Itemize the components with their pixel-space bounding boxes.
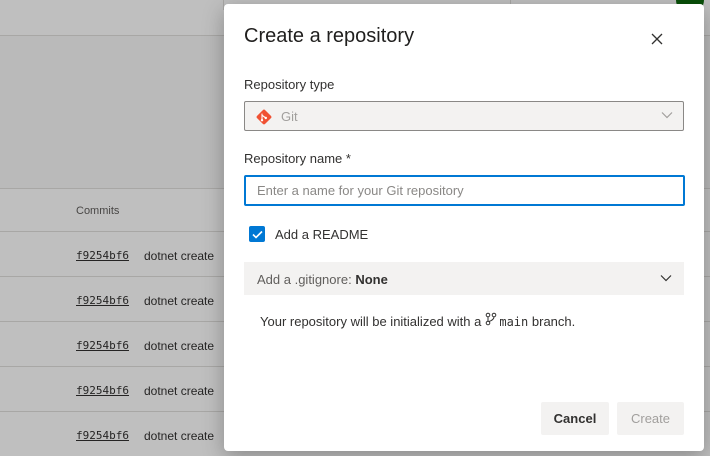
add-readme-label[interactable]: Add a README bbox=[275, 227, 368, 242]
gitignore-value: None bbox=[355, 272, 388, 287]
cancel-button[interactable]: Cancel bbox=[541, 402, 609, 435]
branch-name: main bbox=[499, 314, 529, 329]
create-repository-dialog: Create a repository Repository type Git … bbox=[224, 4, 704, 451]
checkmark-icon bbox=[251, 230, 263, 239]
init-info-text: Your repository will be initialized with… bbox=[260, 312, 576, 329]
repository-type-label: Repository type bbox=[244, 77, 335, 92]
info-text-after: branch. bbox=[531, 314, 576, 329]
repository-name-input[interactable] bbox=[244, 175, 685, 206]
chevron-down-icon bbox=[661, 112, 673, 119]
close-button[interactable] bbox=[646, 28, 668, 50]
repository-name-label: Repository name * bbox=[244, 151, 351, 166]
git-icon bbox=[256, 109, 272, 125]
chevron-down-icon bbox=[660, 275, 672, 282]
create-button[interactable]: Create bbox=[617, 402, 684, 435]
info-text-before: Your repository will be initialized with… bbox=[260, 314, 482, 329]
gitignore-text: Add a .gitignore: None bbox=[257, 272, 388, 287]
gitignore-dropdown[interactable]: Add a .gitignore: None bbox=[244, 262, 684, 295]
dialog-title: Create a repository bbox=[244, 25, 415, 47]
repository-type-value: Git bbox=[281, 109, 298, 124]
branch-icon bbox=[486, 312, 497, 325]
add-readme-checkbox[interactable] bbox=[249, 226, 265, 242]
repository-type-select[interactable]: Git bbox=[244, 101, 684, 131]
gitignore-label: Add a .gitignore: bbox=[257, 272, 352, 287]
close-icon bbox=[651, 33, 663, 45]
